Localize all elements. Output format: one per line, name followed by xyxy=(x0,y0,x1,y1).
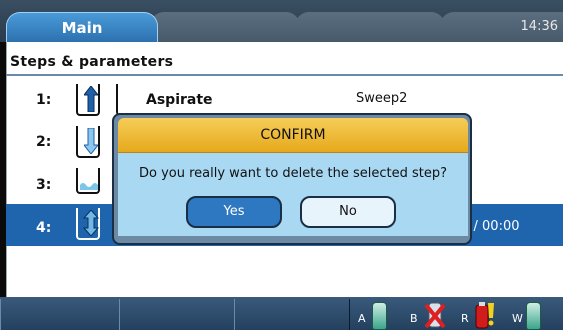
aspirate-up-arrow-icon xyxy=(84,86,98,112)
softkey-3[interactable] xyxy=(234,299,350,330)
clock: 14:36 xyxy=(520,19,558,34)
tab-main[interactable]: Main xyxy=(6,12,158,43)
teal-bottle-icon xyxy=(526,302,541,330)
step-name[interactable]: Aspirate xyxy=(146,92,213,108)
aspirate-dispense-arrow-icon xyxy=(83,210,99,236)
reservoir-label: R xyxy=(461,312,469,325)
liquid-wave-icon xyxy=(80,183,98,190)
reservoir-label: W xyxy=(512,312,523,325)
step-time: : / 00:00 xyxy=(465,219,520,234)
step-param: Sweep2 xyxy=(356,91,408,106)
step-number: 2: xyxy=(36,134,52,150)
dispense-down-arrow-icon xyxy=(84,128,98,154)
tab-2[interactable] xyxy=(150,12,300,42)
step-number: 4: xyxy=(36,220,52,236)
reservoir-label: A xyxy=(358,312,366,325)
empty-bottle-x-icon xyxy=(424,302,446,329)
reservoir-label: B xyxy=(410,312,418,325)
teal-bottle-icon xyxy=(372,302,387,330)
yes-button[interactable]: Yes xyxy=(186,196,282,228)
dialog-message: Do you really want to delete the selecte… xyxy=(138,166,448,181)
softkey-1[interactable] xyxy=(0,299,120,330)
tab-3[interactable] xyxy=(295,12,445,42)
red-bottle-warning-icon xyxy=(475,302,494,329)
dialog-title: CONFIRM xyxy=(118,118,468,153)
step-number: 1: xyxy=(36,92,52,108)
step-number: 3: xyxy=(36,177,52,193)
no-button[interactable]: No xyxy=(300,196,396,228)
heading-divider xyxy=(6,74,563,76)
softkey-2[interactable] xyxy=(119,299,235,330)
section-heading: Steps & parameters xyxy=(10,54,174,70)
step-bracket-right xyxy=(116,84,128,116)
